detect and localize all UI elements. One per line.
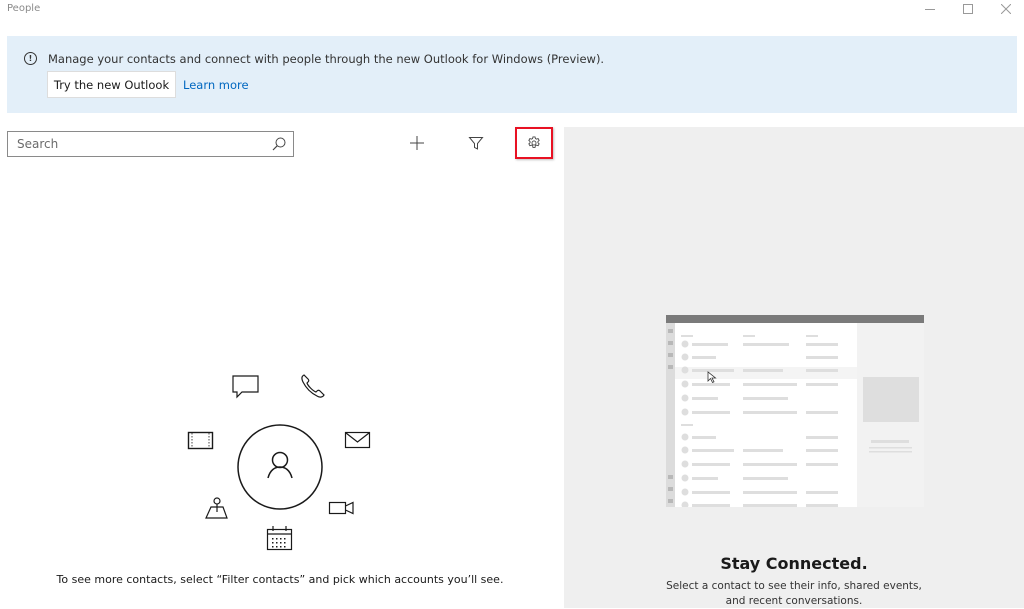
settings-button[interactable] xyxy=(515,127,553,159)
try-new-outlook-button[interactable]: Try the new Outlook xyxy=(47,71,176,98)
filter-contacts-button[interactable] xyxy=(457,127,495,159)
title-bar: People xyxy=(0,0,1024,18)
person-icon xyxy=(237,424,323,510)
phone-icon xyxy=(301,374,325,398)
map-pin-icon xyxy=(205,497,228,519)
gear-icon xyxy=(528,136,540,148)
people-app-illustration xyxy=(666,315,924,507)
search-icon[interactable] xyxy=(271,136,287,152)
filter-hint-text: To see more contacts, select “Filter con… xyxy=(56,573,504,586)
minimize-button[interactable] xyxy=(910,0,950,18)
contact-hub-illustration xyxy=(187,374,371,551)
learn-more-link[interactable]: Learn more xyxy=(183,78,249,92)
video-icon xyxy=(328,501,354,515)
add-contact-button[interactable] xyxy=(398,127,436,159)
stay-connected-title: Stay Connected. xyxy=(720,554,868,573)
outlook-preview-banner: ! Manage your contacts and connect with … xyxy=(7,36,1017,113)
info-icon: ! xyxy=(24,52,37,65)
close-button[interactable] xyxy=(986,0,1024,18)
search-input[interactable] xyxy=(8,132,267,156)
search-box[interactable] xyxy=(7,131,294,157)
close-icon xyxy=(1001,4,1011,14)
plus-icon xyxy=(410,136,424,150)
chat-icon xyxy=(232,375,259,399)
subtitle-line-1: Select a contact to see their info, shar… xyxy=(666,580,922,592)
contact-detail-pane: Stay Connected. Select a contact to see … xyxy=(564,127,1024,608)
subtitle-line-2: and recent conversations. xyxy=(725,595,863,607)
maximize-button[interactable] xyxy=(948,0,988,18)
app-title: People xyxy=(7,3,41,14)
stay-connected-subtitle: Select a contact to see their info, shar… xyxy=(564,579,1024,609)
calendar-icon xyxy=(266,526,293,551)
filter-icon xyxy=(468,137,484,150)
banner-message: Manage your contacts and connect with pe… xyxy=(48,52,605,66)
film-icon xyxy=(187,431,214,450)
minimize-icon xyxy=(925,9,935,10)
maximize-icon xyxy=(963,4,973,14)
mail-icon xyxy=(344,431,371,449)
